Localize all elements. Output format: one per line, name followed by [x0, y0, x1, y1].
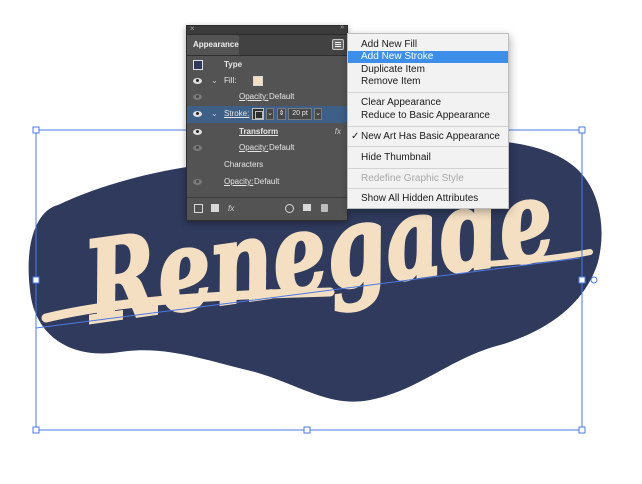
- chevron-down-icon[interactable]: ⌄: [211, 73, 218, 89]
- opacity-value: Default: [254, 177, 280, 186]
- menu-separator: [348, 126, 508, 127]
- panel-bottom-toolbar: fx: [187, 197, 347, 220]
- panel-menu-button[interactable]: [332, 39, 344, 50]
- characters-label: Characters: [224, 160, 264, 169]
- menu-separator: [348, 146, 508, 147]
- opacity-value: Default: [269, 92, 295, 101]
- add-new-effect-icon[interactable]: fx: [228, 204, 237, 213]
- stroke-weight-field[interactable]: 20 pt: [288, 108, 312, 120]
- row-type[interactable]: Type: [187, 57, 347, 73]
- visibility-eye-icon[interactable]: [193, 145, 202, 151]
- stroke-weight-dropdown[interactable]: ⌄: [314, 108, 322, 120]
- menu-item-hide-thumbnail[interactable]: Hide Thumbnail: [348, 152, 508, 164]
- opacity-link[interactable]: Opacity:: [224, 174, 253, 190]
- stroke-label[interactable]: Stroke:: [224, 106, 249, 122]
- menu-item-add-new-stroke[interactable]: Add New Stroke: [348, 51, 508, 63]
- menu-item-label: New Art Has Basic Appearance: [361, 131, 500, 142]
- appearance-panel: × » Appearance Type ⌄ Fill: Opacity: Def…: [186, 24, 348, 221]
- clear-appearance-icon[interactable]: [285, 204, 294, 213]
- row-fill-opacity[interactable]: Opacity: Default: [187, 89, 347, 105]
- collapse-icon[interactable]: »: [340, 24, 344, 31]
- row-char-opacity[interactable]: Opacity: Default: [187, 174, 347, 190]
- trash-icon[interactable]: [321, 204, 328, 212]
- row-fill[interactable]: ⌄ Fill:: [187, 73, 347, 89]
- type-label: Type: [224, 60, 243, 69]
- fill-label: Fill:: [224, 76, 237, 85]
- type-thumbnail: [193, 60, 203, 70]
- menu-item-duplicate-item[interactable]: Duplicate Item: [348, 64, 508, 76]
- opacity-value: Default: [269, 143, 295, 152]
- menu-item-reduce-to-basic[interactable]: Reduce to Basic Appearance: [348, 110, 508, 122]
- opacity-link[interactable]: Opacity:: [239, 140, 268, 156]
- menu-separator: [348, 92, 508, 93]
- row-stroke-opacity[interactable]: Opacity: Default: [187, 140, 347, 156]
- visibility-eye-icon[interactable]: [193, 179, 202, 185]
- visibility-eye-icon[interactable]: [193, 111, 202, 117]
- menu-separator: [348, 188, 508, 189]
- row-stroke[interactable]: ⌄ Stroke: ⌄ ⇕ 20 pt ⌄: [187, 106, 347, 123]
- fill-swatch[interactable]: [253, 76, 263, 86]
- panel-titlebar[interactable]: × »: [187, 24, 347, 35]
- appearance-flyout-menu: Add New Fill Add New Stroke Duplicate It…: [347, 33, 509, 209]
- panel-tab-strip: Appearance: [187, 35, 347, 56]
- stroke-swatch[interactable]: [252, 108, 264, 120]
- add-new-stroke-icon[interactable]: [194, 204, 203, 213]
- visibility-eye-icon[interactable]: [193, 78, 202, 84]
- menu-item-remove-item[interactable]: Remove Item: [348, 76, 508, 88]
- duplicate-item-icon[interactable]: [303, 204, 311, 211]
- transform-link[interactable]: Transform: [239, 124, 278, 140]
- menu-item-redefine-graphic-style: Redefine Graphic Style: [361, 173, 464, 184]
- stroke-color-dropdown[interactable]: ⌄: [266, 108, 274, 120]
- close-icon[interactable]: ×: [190, 24, 195, 33]
- stroke-weight-stepper[interactable]: ⇕: [277, 108, 286, 120]
- menu-separator: [348, 168, 508, 169]
- row-transform[interactable]: Transform fx: [187, 124, 347, 140]
- visibility-eye-icon[interactable]: [193, 94, 202, 100]
- checkmark-icon: ✓: [351, 131, 360, 142]
- fx-icon[interactable]: fx: [335, 124, 341, 140]
- menu-item-show-hidden-attributes[interactable]: Show All Hidden Attributes: [348, 193, 508, 205]
- row-characters[interactable]: Characters: [187, 157, 347, 173]
- opacity-link[interactable]: Opacity:: [239, 89, 268, 105]
- menu-item-new-art-basic[interactable]: ✓ New Art Has Basic Appearance: [348, 131, 508, 143]
- menu-item-add-new-fill[interactable]: Add New Fill: [348, 39, 508, 51]
- add-new-fill-icon[interactable]: [211, 204, 219, 212]
- tab-appearance[interactable]: Appearance: [187, 35, 239, 55]
- visibility-eye-icon[interactable]: [193, 129, 202, 135]
- chevron-down-icon[interactable]: ⌄: [211, 106, 218, 122]
- menu-item-clear-appearance[interactable]: Clear Appearance: [348, 97, 508, 109]
